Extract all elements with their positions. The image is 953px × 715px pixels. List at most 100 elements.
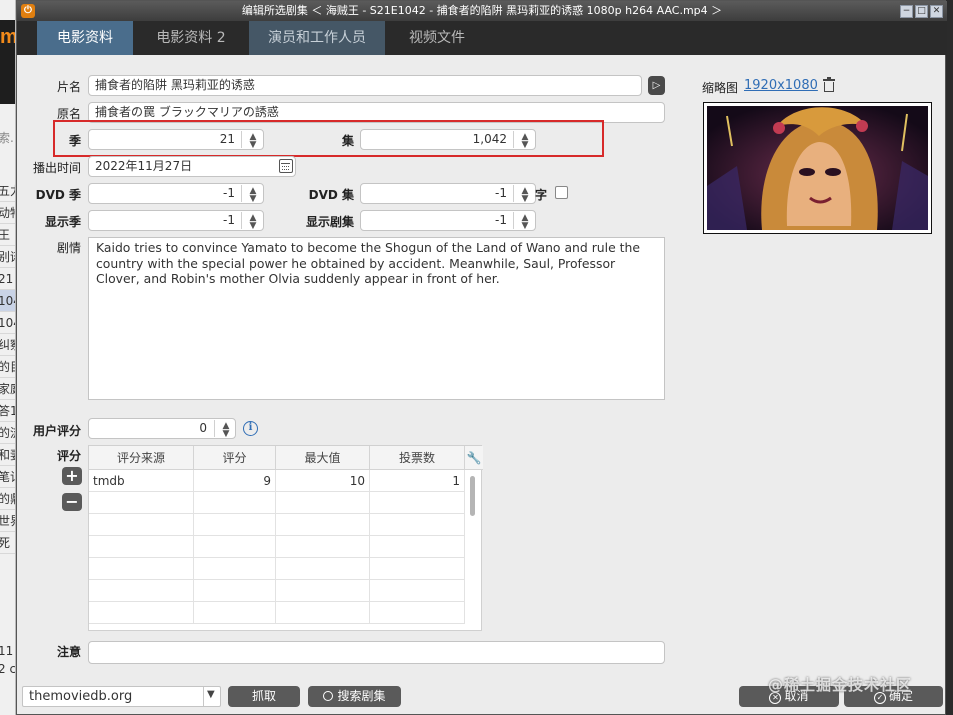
close-button[interactable]: ✕	[930, 5, 943, 18]
maximize-button[interactable]: □	[915, 5, 928, 18]
background-app-edge	[946, 0, 953, 715]
background-list-row: 五力	[0, 180, 15, 202]
display-season-input[interactable]: -1	[88, 210, 264, 231]
table-cell-empty	[370, 514, 465, 536]
title-label: 片名	[56, 80, 81, 94]
aired-date-field[interactable]: 2022年11月27日	[88, 156, 296, 177]
user-rating-spinner-icon[interactable]: ▲ ▼	[219, 422, 233, 439]
background-list-row: 纠察	[0, 334, 15, 356]
column-header[interactable]: 投票数	[370, 446, 465, 470]
table-cell-empty	[370, 558, 465, 580]
spinner-divider	[241, 185, 242, 202]
search-icon	[323, 691, 334, 701]
table-cell-empty	[89, 558, 194, 580]
table-cell[interactable]: tmdb	[89, 470, 194, 492]
tab-video-files[interactable]: 视频文件	[389, 21, 485, 55]
plot-textarea[interactable]: Kaido tries to convince Yamato to become…	[88, 237, 665, 400]
background-list-row: 104	[0, 312, 15, 334]
trash-icon[interactable]	[823, 77, 835, 92]
thumbnail-frame[interactable]	[703, 102, 932, 234]
table-cell-empty	[194, 580, 276, 602]
background-list-row: 的流	[0, 422, 15, 444]
display-episode-label: 显示剧集	[305, 215, 354, 229]
table-scrollbar[interactable]	[470, 476, 475, 516]
tab-cast-crew[interactable]: 演员和工作人员	[249, 21, 385, 55]
table-cell-empty	[89, 514, 194, 536]
dvd-order-label: 字	[535, 188, 548, 202]
dvd-order-checkbox[interactable]	[555, 186, 568, 199]
minimize-button[interactable]: −	[900, 5, 913, 18]
info-icon[interactable]: i	[243, 421, 258, 436]
wrench-icon[interactable]: 🔧	[465, 446, 483, 470]
aired-label: 播出时间	[32, 161, 81, 175]
tab-movie-info[interactable]: 电影资料	[37, 21, 133, 55]
table-cell-empty	[89, 536, 194, 558]
table-cell-empty	[276, 536, 370, 558]
dvd-season-spinner-icon[interactable]: ▲ ▼	[246, 187, 260, 204]
background-list-row: 答1	[0, 400, 15, 422]
display-season-label: 显示季	[44, 215, 81, 229]
table-cell-empty	[194, 492, 276, 514]
spinner-divider	[513, 212, 514, 229]
table-cell[interactable]: 9	[194, 470, 276, 492]
table-cell-empty	[276, 514, 370, 536]
thumbnail-resolution-link[interactable]: 1920x1080	[744, 78, 818, 93]
display-season-spinner-icon[interactable]: ▲ ▼	[246, 214, 260, 231]
season-spinner-icon[interactable]: ▲ ▼	[246, 133, 260, 150]
table-cell-empty	[276, 558, 370, 580]
table-cell-empty	[194, 536, 276, 558]
search-episode-label: 搜索剧集	[337, 689, 386, 703]
rating-table: 评分来源 评分 最大值 投票数 🔧 tmdb 9 10 1	[88, 445, 483, 631]
dvd-episode-spinner-icon[interactable]: ▲ ▼	[518, 187, 532, 204]
season-input[interactable]: 21	[88, 129, 264, 150]
background-list-row: 和妻	[0, 444, 15, 466]
scrape-button[interactable]: 抓取	[228, 686, 300, 707]
background-list-row: 世界	[0, 510, 15, 532]
table-cell-empty	[276, 602, 370, 624]
scraper-select[interactable]: themoviedb.org	[22, 686, 221, 707]
thumbnail-label: 缩略图	[702, 81, 739, 95]
background-list-row: 死	[0, 532, 15, 554]
note-field[interactable]	[88, 641, 665, 664]
dvd-episode-input[interactable]: -1	[360, 183, 536, 204]
add-rating-icon[interactable]: +	[62, 467, 82, 485]
table-cell-empty	[370, 492, 465, 514]
background-list-row: 笔记	[0, 466, 15, 488]
tab-movie-info-2[interactable]: 电影资料 2	[143, 21, 239, 55]
remove-rating-icon[interactable]: −	[62, 493, 82, 511]
episode-spinner-icon[interactable]: ▲ ▼	[518, 133, 532, 150]
note-label: 注意	[56, 645, 81, 659]
background-list-row: 的目	[0, 356, 15, 378]
background-list-row: 的鼎	[0, 488, 15, 510]
user-rating-label: 用户评分	[32, 424, 81, 438]
window-title: 编辑所选剧集 ＜ 海贼王 - S21E1042 - 捕食者的陷阱 黑玛莉亚的诱惑…	[241, 4, 723, 17]
column-header[interactable]: 最大值	[276, 446, 370, 470]
table-cell-empty	[370, 580, 465, 602]
spinner-divider	[241, 131, 242, 148]
watermark: @稀土掘金技术社区	[768, 676, 913, 694]
background-list-row: 别诺	[0, 246, 15, 268]
plot-label: 剧情	[56, 241, 81, 255]
table-cell[interactable]: 10	[276, 470, 370, 492]
chevron-down-icon[interactable]: ▼	[207, 689, 215, 700]
display-episode-input[interactable]: -1	[360, 210, 536, 231]
search-episode-button[interactable]: 搜索剧集	[308, 686, 401, 707]
display-episode-spinner-icon[interactable]: ▲ ▼	[518, 214, 532, 231]
table-cell[interactable]: 1	[370, 470, 465, 492]
table-cell-empty	[89, 492, 194, 514]
calendar-icon[interactable]	[279, 159, 293, 173]
column-header[interactable]: 评分	[194, 446, 276, 470]
edit-episode-dialog: 编辑所选剧集 ＜ 海贼王 - S21E1042 - 捕食者的陷阱 黑玛莉亚的诱惑…	[16, 0, 947, 715]
title-field[interactable]: 捕食者的陷阱 黑玛莉亚的诱惑	[88, 75, 642, 96]
background-list-row: 21	[0, 268, 15, 290]
background-search-stub: 索...	[0, 131, 15, 145]
column-header[interactable]: 评分来源	[89, 446, 194, 470]
table-cell-empty	[276, 580, 370, 602]
background-list-row: 家庭	[0, 378, 15, 400]
title-bar: 编辑所选剧集 ＜ 海贼王 - S21E1042 - 捕食者的陷阱 黑玛莉亚的诱惑…	[17, 1, 947, 21]
table-cell-empty	[89, 580, 194, 602]
dvd-season-input[interactable]: -1	[88, 183, 264, 204]
background-bottom-text: 2 c	[0, 662, 16, 676]
episode-input[interactable]: 1,042	[360, 129, 536, 150]
play-icon[interactable]: ▷	[648, 76, 665, 95]
